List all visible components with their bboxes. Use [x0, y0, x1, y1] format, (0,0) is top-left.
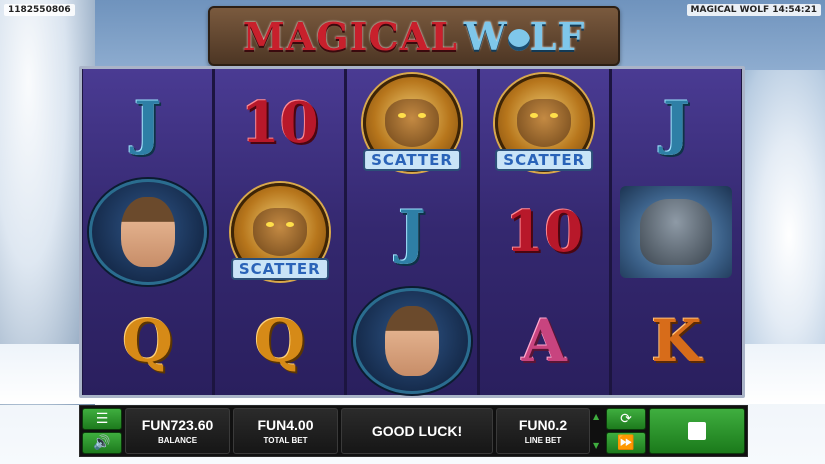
- spin-button[interactable]: [649, 408, 745, 454]
- scatter-label: SCATTER: [495, 149, 594, 172]
- refresh-icon: ⟳: [620, 411, 632, 427]
- logo-word-magical: MAGICAL: [242, 13, 458, 59]
- reel-cell: 10: [215, 69, 344, 178]
- bet-up-arrow-icon[interactable]: ▲: [593, 412, 603, 421]
- reel-cell: Q: [215, 286, 344, 395]
- reel-3: SCATTER J: [347, 69, 477, 395]
- control-bar: ☰ 🔊 FUN723.60 BALANCE FUN4.00 TOTAL BET …: [79, 405, 748, 457]
- symbol-10: 10: [240, 90, 319, 157]
- reel-cell: K: [612, 286, 741, 395]
- game-logo: MAGICAL W LF: [208, 6, 620, 66]
- wolf-face-icon: [385, 99, 439, 148]
- grey-wolf-icon: [640, 199, 713, 265]
- symbol-10: 10: [505, 199, 584, 265]
- line-bet-label: LINE BET: [524, 436, 562, 445]
- reel-cell: Q: [83, 286, 212, 395]
- symbol-k: K: [651, 306, 702, 375]
- stop-icon: [688, 422, 706, 440]
- symbol-wolf-woman: [88, 179, 207, 285]
- symbol-j: J: [133, 89, 162, 158]
- wolf-woman-icon: [120, 197, 175, 267]
- reel-2: 10 SCATTER Q: [215, 69, 345, 395]
- symbol-q: Q: [122, 306, 173, 375]
- balance-value: FUN723.60: [141, 417, 214, 433]
- reel-4: SCATTER 10 A: [479, 69, 609, 395]
- line-bet-panel[interactable]: FUN0.2 LINE BET: [496, 408, 590, 454]
- reel-cell: J: [83, 69, 212, 178]
- total-bet-value: FUN4.00: [257, 417, 314, 433]
- menu-sound-column: ☰ 🔊: [82, 408, 122, 454]
- fast-forward-icon: ⏩: [617, 435, 635, 451]
- line-bet-stepper: ▲ ▼: [593, 408, 603, 454]
- balance-panel: FUN723.60 BALANCE: [125, 408, 230, 454]
- line-bet-value: FUN0.2: [518, 417, 568, 433]
- scatter-label: SCATTER: [230, 258, 329, 280]
- symbol-j: J: [662, 89, 691, 158]
- autoplay-button[interactable]: ⟳: [606, 408, 646, 430]
- scatter-label: SCATTER: [363, 149, 461, 172]
- total-bet-panel[interactable]: FUN4.00 TOTAL BET: [233, 408, 338, 454]
- symbol-wolf-woman: [353, 287, 471, 394]
- logo-wolf-w: W: [463, 13, 508, 59]
- balance-label: BALANCE: [157, 436, 198, 445]
- reel-cell: [347, 286, 476, 395]
- game-clock: MAGICAL WOLF 14:54:21: [686, 4, 821, 16]
- symbol-scatter: SCATTER: [224, 182, 336, 282]
- howling-wolf-icon: [507, 29, 530, 51]
- message-panel: GOOD LUCK!: [341, 408, 493, 454]
- menu-button[interactable]: ☰: [82, 408, 122, 430]
- logo-wolf-lf: LF: [529, 13, 586, 59]
- symbol-scatter: SCATTER: [356, 73, 468, 173]
- total-bet-label: TOTAL BET: [263, 436, 308, 445]
- status-message: GOOD LUCK!: [371, 423, 463, 439]
- wolf-face-icon: [252, 208, 307, 256]
- reel-cell: SCATTER: [215, 178, 344, 287]
- reel-cell: J: [612, 69, 741, 178]
- reel-grid: J Q 10 SCATTER Q SCATTER J SCATTER 10 A J K: [79, 66, 745, 398]
- symbol-q: Q: [254, 306, 306, 375]
- symbol-j: J: [398, 198, 426, 266]
- reel-cell: [83, 178, 212, 287]
- wolf-woman-icon: [385, 305, 439, 376]
- symbol-scatter: SCATTER: [488, 73, 600, 173]
- turbo-button[interactable]: ⏩: [606, 432, 646, 454]
- speaker-icon: 🔊: [93, 435, 111, 451]
- reel-cell: A: [480, 286, 609, 395]
- logo-word-wolf: W LF: [464, 14, 585, 59]
- wolf-face-icon: [517, 99, 572, 148]
- sound-button[interactable]: 🔊: [82, 432, 122, 454]
- reel-cell: [612, 178, 741, 287]
- reel-cell: SCATTER: [347, 69, 476, 178]
- reel-1: JQ: [83, 69, 213, 395]
- session-id: 1182550806: [4, 4, 75, 16]
- menu-icon: ☰: [95, 411, 109, 427]
- symbol-grey-wolf: [620, 186, 733, 278]
- autoplay-turbo-column: ⟳ ⏩: [606, 408, 646, 454]
- symbol-a: A: [521, 306, 567, 375]
- bet-down-arrow-icon[interactable]: ▼: [593, 441, 603, 450]
- reel-5: JK: [611, 69, 742, 395]
- reel-cell: SCATTER: [480, 69, 609, 178]
- reel-cell: J: [347, 178, 476, 287]
- reel-cell: 10: [480, 178, 609, 287]
